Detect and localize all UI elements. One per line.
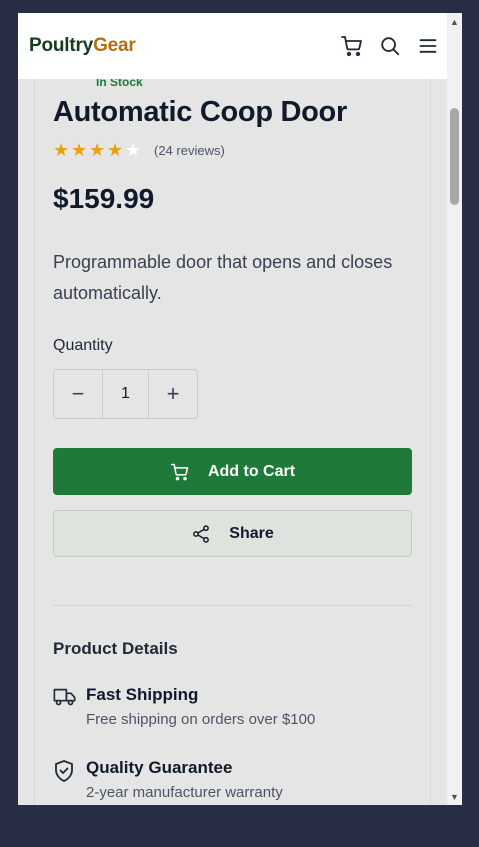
share-icon — [191, 524, 211, 544]
cart-icon[interactable] — [333, 27, 371, 65]
decrement-button[interactable]: − — [54, 370, 102, 418]
product-details-heading: Product Details — [53, 639, 178, 658]
menu-icon[interactable] — [409, 27, 447, 65]
rating-stars: ★ ★ ★ ★ ★ — [53, 141, 143, 159]
brand-name-accent: Gear — [93, 35, 136, 56]
star-icon: ★ — [89, 140, 106, 160]
quantity-input[interactable]: 1 — [102, 370, 149, 418]
feature-title: Quality Guarantee — [86, 758, 233, 777]
review-count[interactable]: (24 reviews) — [154, 143, 225, 158]
vertical-scrollbar[interactable]: ▲ ▼ — [447, 13, 462, 805]
shield-check-icon — [53, 759, 75, 788]
site-header: PoultryGear — [18, 13, 447, 79]
scroll-up-arrow[interactable]: ▲ — [447, 13, 462, 30]
page-content[interactable]: In Stock Automatic Coop Door ★ ★ ★ ★ ★ (24 r… — [18, 79, 447, 805]
scrollbar-thumb[interactable] — [450, 108, 459, 205]
star-icon: ★ — [107, 140, 124, 160]
share-button[interactable]: Share — [53, 510, 412, 557]
quantity-stepper: − 1 + — [53, 369, 198, 419]
star-icon: ★ — [71, 140, 88, 160]
share-label: Share — [229, 524, 274, 542]
feature-title: Fast Shipping — [86, 685, 199, 704]
star-icon: ★ — [125, 140, 142, 160]
truck-icon — [53, 686, 77, 713]
brand-logo[interactable]: PoultryGear — [29, 35, 136, 57]
quantity-label: Quantity — [53, 337, 113, 354]
search-icon[interactable] — [371, 27, 409, 65]
star-icon: ★ — [53, 140, 70, 160]
add-to-cart-button[interactable]: Add to Cart — [53, 448, 412, 495]
product-description: Programmable door that opens and closes … — [53, 252, 393, 303]
header-actions — [333, 13, 447, 79]
brand-name-primary: Poultry — [29, 35, 94, 56]
stock-status: In Stock — [96, 79, 143, 89]
product-title: Automatic Coop Door — [53, 96, 347, 128]
increment-button[interactable]: + — [149, 370, 197, 418]
feature-description: 2-year manufacturer warranty — [86, 784, 283, 801]
feature-description: Free shipping on orders over $100 — [86, 711, 316, 728]
scroll-down-arrow[interactable]: ▼ — [447, 788, 462, 805]
add-to-cart-label: Add to Cart — [207, 462, 296, 480]
browser-viewport: PoultryGear In Stock Automatic Coop Door… — [18, 13, 462, 805]
product-price: $159.99 — [53, 183, 155, 214]
product-rating: ★ ★ ★ ★ ★ (24 reviews) — [53, 141, 225, 159]
cart-icon — [170, 462, 190, 482]
section-divider — [53, 605, 412, 606]
